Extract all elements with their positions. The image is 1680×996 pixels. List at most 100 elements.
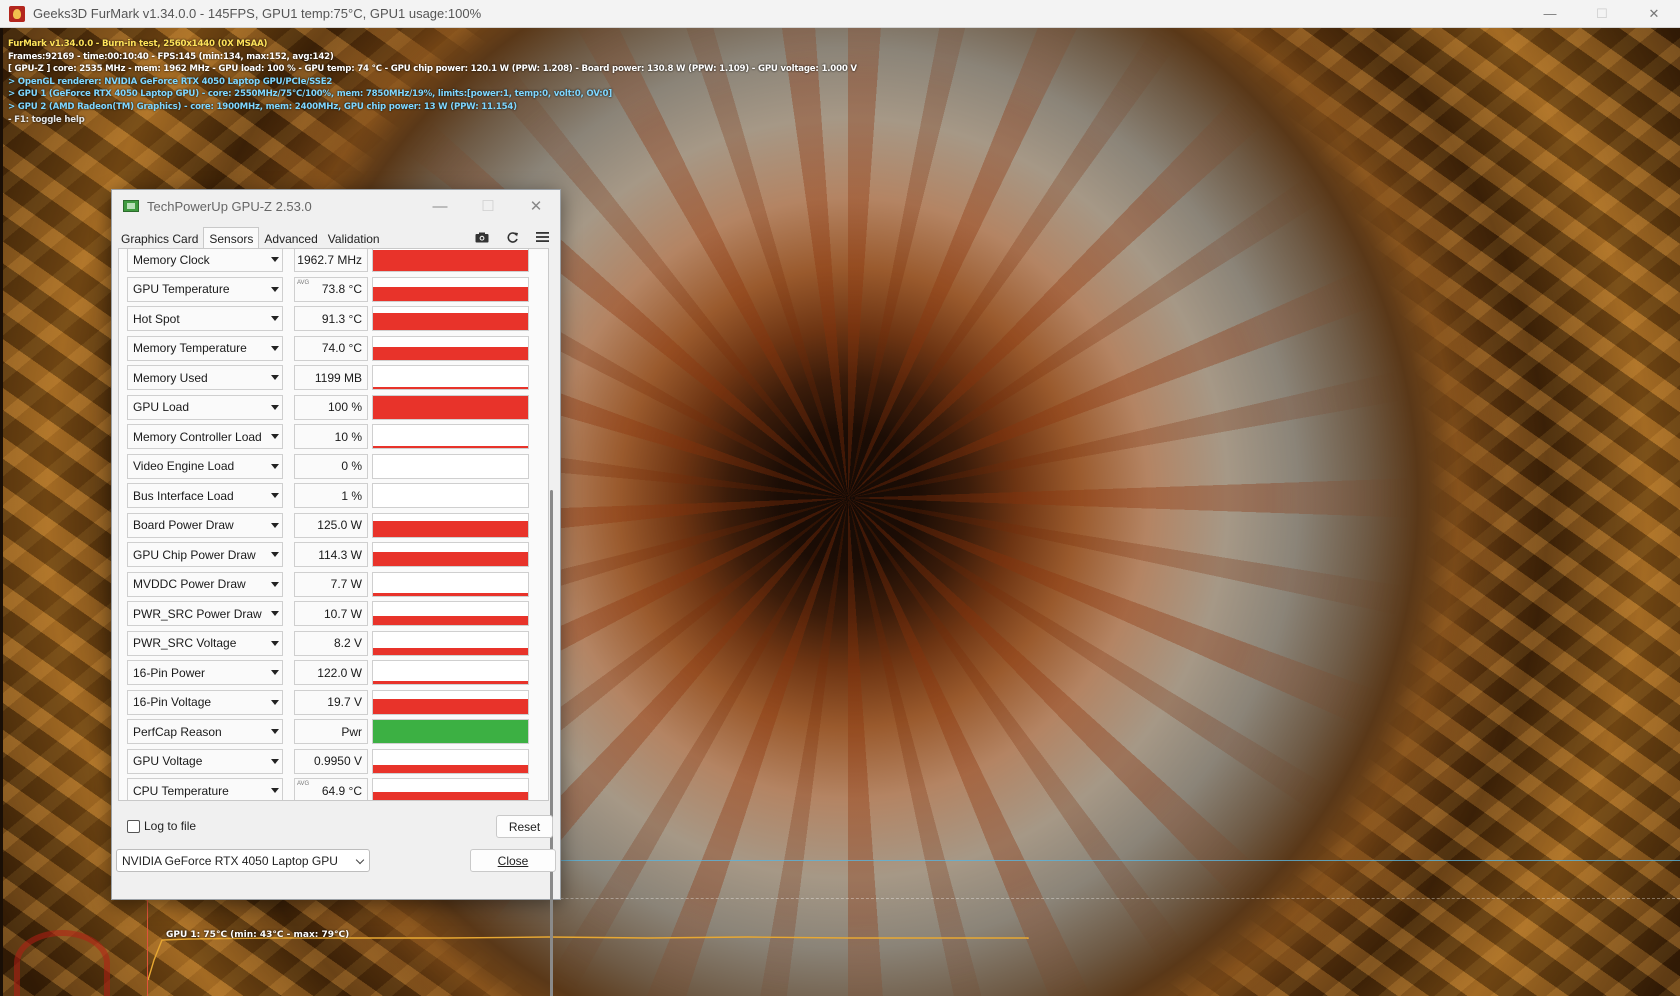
sensor-value-text: 91.3 °C: [321, 311, 362, 326]
gpuz-minimize-button[interactable]: —: [416, 190, 464, 222]
caret-down-icon[interactable]: [271, 729, 279, 734]
sensor-graph[interactable]: [372, 276, 529, 302]
sensor-name-dropdown[interactable]: Memory Used: [127, 365, 283, 390]
sensor-value: 122.0 W: [294, 660, 368, 685]
tab-validation[interactable]: Validation: [323, 227, 385, 249]
sensor-graph-fill: [373, 698, 528, 714]
sensor-name-dropdown[interactable]: PWR_SRC Voltage: [127, 630, 283, 656]
caret-down-icon[interactable]: [271, 522, 279, 528]
sensor-name-dropdown[interactable]: CPU Temperature: [127, 778, 283, 800]
sensor-graph[interactable]: [372, 778, 529, 800]
sensor-graph[interactable]: [372, 748, 529, 774]
sensor-graph-fill: [373, 647, 528, 655]
sensor-name-dropdown[interactable]: PWR_SRC Power Draw: [127, 601, 283, 626]
caret-down-icon[interactable]: [271, 552, 279, 557]
sensor-graph[interactable]: [372, 306, 529, 331]
caret-down-icon[interactable]: [271, 257, 279, 262]
sensor-name-dropdown[interactable]: GPU Temperature: [127, 276, 283, 302]
sensor-name-dropdown[interactable]: Bus Interface Load: [127, 483, 283, 508]
close-button[interactable]: ✕: [1628, 0, 1680, 28]
sensor-name-dropdown[interactable]: PerfCap Reason: [127, 719, 283, 744]
gpuz-titlebar[interactable]: TechPowerUp GPU-Z 2.53.0 — ☐ ✕: [112, 190, 560, 222]
log-checkbox-box[interactable]: [127, 819, 140, 833]
hud-line: - F1: toggle help: [8, 114, 85, 125]
caret-down-icon[interactable]: [271, 758, 279, 764]
caret-down-icon[interactable]: [271, 345, 279, 351]
sensor-graph[interactable]: [372, 542, 529, 567]
gpuz-title: TechPowerUp GPU-Z 2.53.0: [147, 198, 312, 214]
sensor-name-dropdown[interactable]: Board Power Draw: [127, 512, 283, 538]
caret-down-icon[interactable]: [271, 316, 279, 321]
sensor-graph[interactable]: [372, 483, 529, 508]
minimize-button[interactable]: —: [1524, 0, 1576, 28]
sensor-name-dropdown[interactable]: Video Engine Load: [127, 453, 283, 479]
sensor-graph[interactable]: [372, 719, 529, 744]
sensor-scrollbar[interactable]: [550, 490, 553, 996]
sensor-graph[interactable]: [372, 335, 529, 361]
sensor-graph-fill: [373, 250, 528, 271]
gpuz-maximize-button[interactable]: ☐: [464, 190, 512, 222]
close-gpuz-button[interactable]: Close: [470, 849, 556, 872]
sensor-graph-fill: [373, 286, 528, 301]
sensor-name-dropdown[interactable]: MVDDC Power Draw: [127, 571, 283, 597]
gpu-select-dropdown[interactable]: NVIDIA GeForce RTX 4050 Laptop GPU: [116, 849, 370, 872]
sensor-name-dropdown[interactable]: 16-Pin Voltage: [127, 689, 283, 715]
sensor-value-text: 114.3 W: [318, 547, 362, 562]
sensor-name-dropdown[interactable]: Memory Controller Load: [127, 424, 283, 449]
sensor-name-dropdown[interactable]: Memory Temperature: [127, 335, 283, 361]
sensor-name-dropdown[interactable]: Memory Clock: [127, 249, 283, 272]
caret-down-icon[interactable]: [271, 670, 279, 675]
furmark-app-icon: [9, 5, 25, 22]
sensor-value: 91.3 °C: [294, 306, 368, 331]
caret-down-icon[interactable]: [271, 404, 279, 410]
sensor-graph-fill: [373, 552, 528, 566]
sensor-graph[interactable]: [372, 249, 529, 272]
sensor-graph[interactable]: [372, 689, 529, 715]
menu-icon[interactable]: [534, 230, 550, 244]
tab-graphics-card[interactable]: Graphics Card: [116, 227, 203, 249]
maximize-button[interactable]: ☐: [1576, 0, 1628, 28]
sensor-value-text: 100 %: [327, 400, 362, 414]
caret-down-icon[interactable]: [271, 640, 279, 646]
caret-down-icon[interactable]: [271, 581, 279, 587]
caret-down-icon[interactable]: [271, 463, 279, 469]
reset-button[interactable]: Reset: [496, 815, 553, 838]
sensor-graph[interactable]: [372, 660, 529, 685]
caret-down-icon[interactable]: [271, 434, 279, 439]
graph-label: GPU 1: 75°C (min: 43°C - max: 79°C): [166, 930, 350, 940]
gpuz-close-button[interactable]: ✕: [512, 190, 560, 222]
tab-sensors[interactable]: Sensors: [203, 227, 260, 249]
sensor-value: 74.0 °C: [294, 335, 368, 361]
sensor-row: Video Engine Load 0 %: [119, 452, 539, 482]
sensor-value-text: 10 %: [334, 429, 362, 444]
chevron-down-icon: [355, 855, 365, 865]
caret-down-icon[interactable]: [271, 286, 279, 292]
sensor-row: PerfCap Reason Pwr: [119, 717, 539, 747]
sensor-name-dropdown[interactable]: Hot Spot: [127, 306, 283, 331]
sensor-graph[interactable]: [372, 571, 529, 597]
sensor-graph[interactable]: [372, 630, 529, 656]
sensor-graph[interactable]: [372, 453, 529, 479]
sensor-graph[interactable]: [372, 424, 529, 449]
log-to-file-checkbox[interactable]: Log to file: [127, 819, 196, 833]
sensor-value: 114.3 W: [294, 542, 368, 567]
caret-down-icon[interactable]: [271, 788, 279, 793]
sensor-graph[interactable]: [372, 512, 529, 538]
sensor-graph[interactable]: [372, 601, 529, 626]
sensor-list[interactable]: Memory Clock 1962.7 MHz GPU Temperature AVG…: [118, 248, 549, 801]
caret-down-icon[interactable]: [271, 611, 279, 616]
sensor-name-dropdown[interactable]: GPU Chip Power Draw: [127, 542, 283, 567]
tab-advanced[interactable]: Advanced: [259, 227, 322, 249]
sensor-name-dropdown[interactable]: GPU Load: [127, 394, 283, 420]
sensor-graph[interactable]: [372, 394, 529, 420]
sensor-graph-fill: [373, 346, 528, 360]
sensor-name-dropdown[interactable]: 16-Pin Power: [127, 660, 283, 685]
sensor-graph[interactable]: [372, 365, 529, 390]
camera-icon[interactable]: [474, 230, 490, 244]
sensor-graph-fill: [373, 681, 528, 684]
sensor-name-dropdown[interactable]: GPU Voltage: [127, 748, 283, 774]
refresh-icon[interactable]: [504, 230, 520, 244]
caret-down-icon[interactable]: [271, 375, 279, 380]
caret-down-icon[interactable]: [271, 493, 279, 498]
caret-down-icon[interactable]: [271, 699, 279, 705]
